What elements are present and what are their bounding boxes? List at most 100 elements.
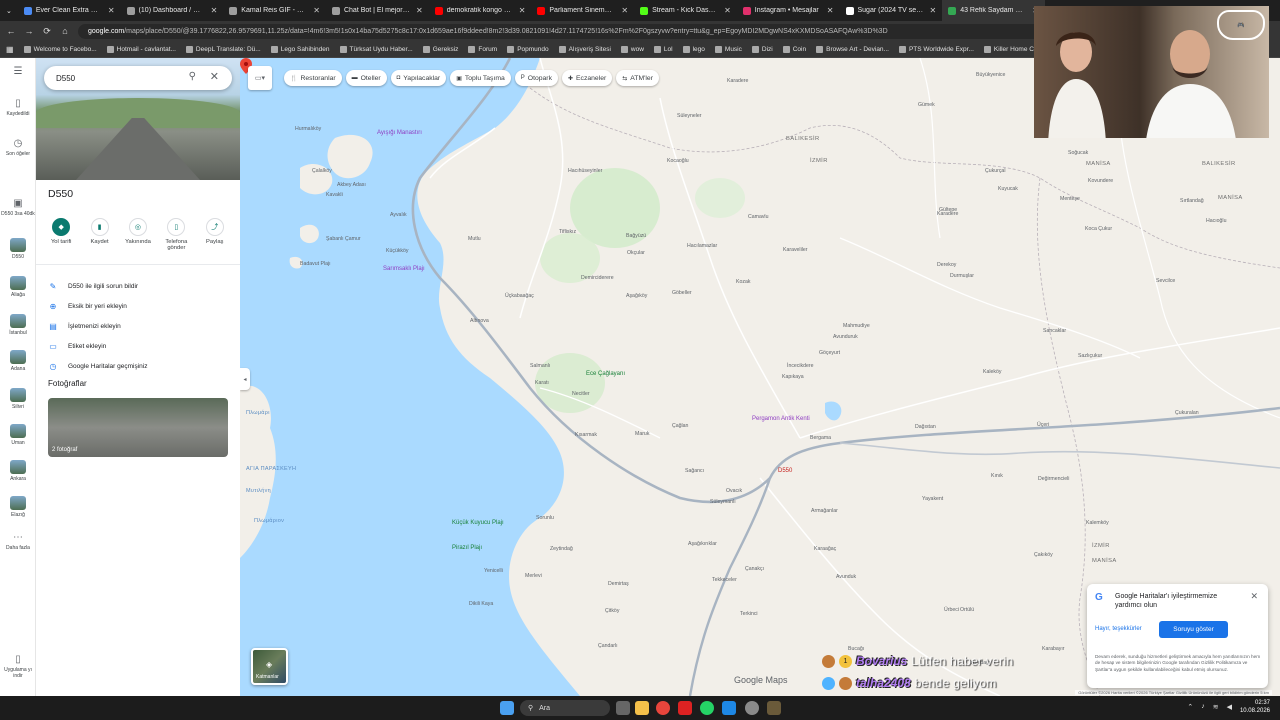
back-icon[interactable]: ← (6, 26, 16, 36)
map-place-label[interactable]: Mahmudiye (843, 323, 870, 329)
tab-close-icon[interactable]: ✕ (313, 6, 320, 15)
map-place-label[interactable]: ΑΓΙΑ ΠΑΡΑΣΚΕΥΗ (246, 466, 296, 472)
map-place-label[interactable]: Kınık (991, 473, 1003, 479)
show-question-button[interactable]: Soruyu göster (1159, 621, 1228, 638)
collapse-panel-button[interactable]: ◂ (240, 368, 250, 390)
chevron-up-icon[interactable]: ⌃ (1187, 703, 1193, 711)
map-place-label[interactable]: Terkinci (740, 611, 758, 617)
browser-tab[interactable]: (10) Dashboard / Streamer ✕ (121, 0, 224, 21)
map-place-label[interactable]: Kozak (736, 279, 750, 285)
map-place-label[interactable]: Çukuralan (1175, 410, 1199, 416)
map-place-label[interactable]: Ürbeci (944, 607, 959, 613)
panel-link[interactable]: ▭ Etiket ekleyin (48, 336, 236, 356)
map-place-label[interactable]: Avunduk (836, 574, 856, 580)
map-place-label[interactable]: Kuyucak (998, 186, 1018, 192)
map-place-label[interactable]: Bağyüzü (626, 233, 646, 239)
rail-item[interactable]: ◷ Son öğeler (0, 138, 36, 157)
map-place-label[interactable]: İncecikdere (787, 363, 814, 369)
tab-close-icon[interactable]: ✕ (724, 6, 731, 15)
map-place-label[interactable]: Sevcilce (1156, 278, 1175, 284)
chip-parking[interactable]: P Otopark (514, 70, 558, 86)
map-place-label[interactable]: Gümek (918, 102, 935, 108)
tab-close-icon[interactable]: ✕ (108, 6, 115, 15)
bookmark-item[interactable]: lego (682, 45, 705, 53)
map-place-label[interactable]: Badavut Plajı (300, 261, 331, 267)
map-place-label[interactable]: Tekkeceler (712, 577, 737, 583)
map-place-label[interactable]: Merlevi (525, 573, 542, 579)
map-place-label[interactable]: Göçeyurt (819, 350, 840, 356)
chip-transit[interactable]: ▣ Toplu Taşıma (450, 70, 511, 86)
close-icon[interactable]: ✕ (1250, 591, 1258, 602)
tab-close-icon[interactable]: ✕ (211, 6, 218, 15)
map-place-label[interactable]: Çanakçı (745, 566, 764, 572)
map-place-label[interactable]: İZMİR (810, 158, 828, 164)
photos-thumbnail[interactable]: 2 fotoğraf (48, 398, 228, 457)
map-place-label[interactable]: Üçeri (1037, 422, 1049, 428)
map-place-label[interactable]: Tifliskız (559, 229, 576, 235)
map-place-label[interactable]: Ayışığı Manastırı (377, 130, 422, 136)
map-place-label[interactable]: Kalemköy (1086, 520, 1109, 526)
map-place-label[interactable]: Altınova (470, 318, 489, 324)
file-explorer-icon[interactable] (635, 701, 649, 715)
map-place-label[interactable]: Salmanlı (530, 363, 550, 369)
map-place-label[interactable]: Demirtaş (608, 581, 629, 587)
map-place-label[interactable]: Kaleköy (983, 369, 1001, 375)
action-directions-button[interactable]: ◆ Yol tarifi (43, 218, 79, 251)
map-place-label[interactable]: Aşağıkırıklar (688, 541, 717, 547)
map-place-label[interactable]: BALIKESİR (786, 136, 820, 142)
browser-tab[interactable]: Chat Bot | El mejor software ✕ (326, 0, 429, 21)
taskbar-search[interactable]: ⚲ Ara (520, 700, 610, 716)
map-place-label[interactable]: Değirmencieli (1038, 476, 1069, 482)
app-icon[interactable] (722, 701, 736, 715)
rail-item[interactable]: D550 (0, 238, 36, 260)
map-place-label[interactable]: Soğucak (1068, 150, 1088, 156)
rail-item[interactable]: Silivri (0, 388, 36, 410)
map-place-label[interactable]: BALIKESİR (1202, 161, 1236, 167)
map-place-label[interactable]: Kavakli (326, 192, 343, 198)
map-place-label[interactable]: İZMİR (1092, 543, 1110, 549)
tab-close-icon[interactable]: ✕ (416, 6, 423, 15)
task-view-icon[interactable] (616, 701, 630, 715)
bookmark-item[interactable]: DeepL Translate: Dü... (185, 45, 261, 53)
map-place-label[interactable]: Hurmalıköy (295, 126, 321, 132)
reload-icon[interactable]: ⟳ (42, 26, 52, 37)
map-place-label[interactable]: Çalalköy (312, 168, 332, 174)
chip-fork[interactable]: 🍴 Restoranlar (284, 70, 342, 86)
map-place-label[interactable]: Zeytindağ (550, 546, 573, 552)
map-place-label[interactable]: Aşağıköy (626, 293, 647, 299)
rail-item[interactable]: ▣ D550 3sa 40dk (0, 198, 36, 217)
layers-button[interactable]: ◈ Katmanlar (251, 648, 288, 685)
map-place-label[interactable]: Çukurçal (985, 168, 1005, 174)
map-place-label[interactable]: Çandarlı (598, 643, 618, 649)
browser-tab[interactable]: Instagram • Mesajlar ✕ (737, 0, 840, 21)
map-place-label[interactable]: Sazlıçukur (1078, 353, 1102, 359)
opera-icon[interactable] (678, 701, 692, 715)
address-bar[interactable]: google.com/maps/place/D550/@39.1776822,2… (78, 23, 1058, 39)
volume-icon[interactable]: ◀ (1227, 703, 1232, 711)
map-place-label[interactable]: Küçükköy (386, 248, 409, 254)
tab-close-icon[interactable]: ✕ (519, 6, 526, 15)
chip-bed[interactable]: ▬ Oteller (345, 70, 387, 86)
map-place-label[interactable]: Okçular (627, 250, 645, 256)
bookmark-item[interactable]: Welcome to Facebo... (23, 45, 97, 53)
map-place-label[interactable]: Ortülü (960, 607, 974, 613)
rail-item[interactable]: ▯ Kaydedildi (0, 98, 36, 117)
map-place-label[interactable]: Kocaoğlu (667, 158, 689, 164)
decline-button[interactable]: Hayır, teşekkürler (1095, 626, 1142, 632)
map-place-label[interactable]: Kapıkaya (782, 374, 804, 380)
mic-icon[interactable]: ♪ (1201, 703, 1205, 711)
panel-link[interactable]: ⊕ Eksik bir yeri ekleyin (48, 296, 236, 316)
app-icon[interactable] (767, 701, 781, 715)
browser-tab[interactable]: demokratik kongo gazi ✕ (429, 0, 532, 21)
map-place-label[interactable]: Büyükyenice (976, 72, 1005, 78)
chip-camera[interactable]: ◘ Yapılacaklar (390, 70, 447, 86)
whatsapp-icon[interactable] (700, 701, 714, 715)
map-place-label[interactable]: Karadere (727, 78, 748, 84)
map-place-label[interactable]: Kısarmak (575, 432, 597, 438)
browser-tab[interactable]: Parliament Sinema Kulübü ✕ (531, 0, 634, 21)
bookmark-item[interactable]: wow (620, 45, 644, 53)
chip-pharmacy[interactable]: ✚ Eczaneler (561, 70, 613, 86)
keyboard-shortcuts-button[interactable]: ▭▾ (248, 66, 272, 90)
map-place-label[interactable]: Karabayır (1042, 646, 1065, 652)
action-bookmark-button[interactable]: ▮ Kaydet (82, 218, 118, 251)
